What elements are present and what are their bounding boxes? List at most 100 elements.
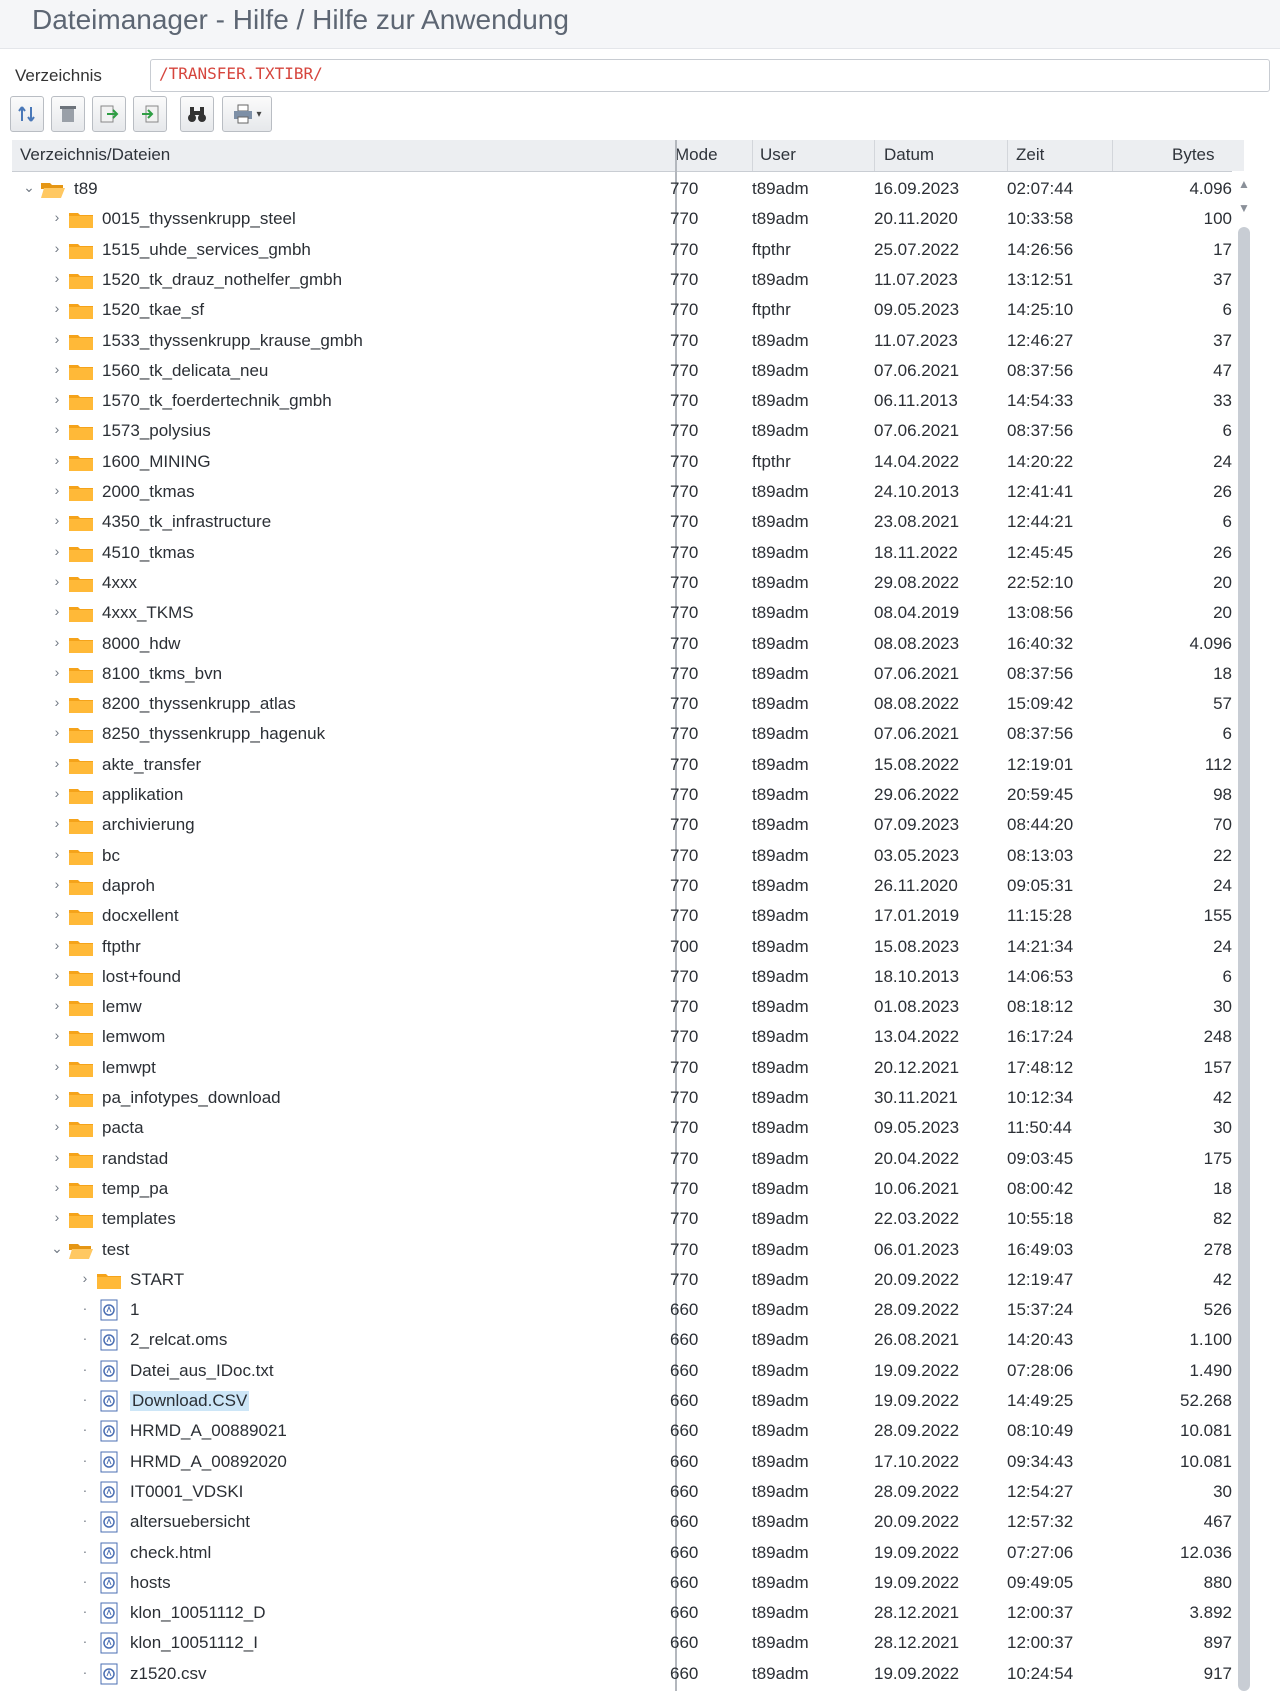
row-name[interactable]: Download.CSV <box>130 1391 250 1411</box>
refresh-button[interactable] <box>10 96 44 132</box>
row-name[interactable]: lemwpt <box>102 1058 156 1078</box>
chevron-right-icon[interactable]: › <box>50 452 64 468</box>
chevron-right-icon[interactable]: › <box>50 755 64 771</box>
vertical-scrollbar[interactable]: ▲ ▼ <box>1232 171 1256 1691</box>
chevron-right-icon[interactable]: › <box>50 240 64 256</box>
table-row[interactable]: · Datei_aus_IDoc.txt 660 t89adm 19.09.2022 07… <box>12 1357 1244 1387</box>
table-row[interactable]: · klon_10051112_I 660 t89adm 28.12.2021 12:00… <box>12 1629 1244 1659</box>
table-row[interactable]: › lemw 770 t89adm 01.08.2023 08:18:12 30 <box>12 993 1244 1023</box>
table-row[interactable]: · HRMD_A_00892020 660 t89adm 17.10.2022 09:34… <box>12 1448 1244 1478</box>
column-header-time[interactable]: Zeit <box>1016 145 1044 165</box>
table-row[interactable]: › 1573_polysius 770 t89adm 07.06.2021 08:37:5… <box>12 417 1244 447</box>
upload-button[interactable] <box>92 96 126 132</box>
table-row[interactable]: · Download.CSV 660 t89adm 19.09.2022 14:49:25… <box>12 1387 1244 1417</box>
chevron-down-icon[interactable]: ⌄ <box>50 1240 64 1257</box>
table-row[interactable]: › 1520_tkae_sf 770 ftpthr 09.05.2023 14:25:10… <box>12 296 1244 326</box>
table-row[interactable]: › 1570_tk_foerdertechnik_gmbh 770 t89adm 06.… <box>12 387 1244 417</box>
delete-button[interactable] <box>51 96 85 132</box>
table-row[interactable]: › 8100_tkms_bvn 770 t89adm 07.06.2021 08:37:5… <box>12 660 1244 690</box>
row-name[interactable]: ftpthr <box>102 937 141 957</box>
row-name[interactable]: klon_10051112_I <box>130 1633 258 1653</box>
table-row[interactable]: › pacta 770 t89adm 09.05.2023 11:50:44 30 <box>12 1114 1244 1144</box>
row-name[interactable]: pa_infotypes_download <box>102 1088 281 1108</box>
table-row[interactable]: › 1560_tk_delicata_neu 770 t89adm 07.06.2021… <box>12 357 1244 387</box>
row-name[interactable]: 1515_uhde_services_gmbh <box>102 240 311 260</box>
column-header-user[interactable]: User <box>760 145 796 165</box>
chevron-right-icon[interactable]: › <box>50 1179 64 1195</box>
row-name[interactable]: 1520_tkae_sf <box>102 300 204 320</box>
row-name[interactable]: 1520_tk_drauz_nothelfer_gmbh <box>102 270 342 290</box>
chevron-right-icon[interactable]: › <box>50 1088 64 1104</box>
scroll-down-icon[interactable]: ▼ <box>1236 201 1252 217</box>
row-name[interactable]: akte_transfer <box>102 755 201 775</box>
table-row[interactable]: › 8250_thyssenkrupp_hagenuk 770 t89adm 07.06… <box>12 720 1244 750</box>
row-name[interactable]: hosts <box>130 1573 171 1593</box>
row-name[interactable]: temp_pa <box>102 1179 168 1199</box>
row-name[interactable]: pacta <box>102 1118 144 1138</box>
row-name[interactable]: z1520.csv <box>130 1664 207 1684</box>
chevron-right-icon[interactable]: › <box>50 876 64 892</box>
table-row[interactable]: · 1 660 t89adm 28.09.2022 15:37:24 526 <box>12 1296 1244 1326</box>
row-name[interactable]: IT0001_VDSKI <box>130 1482 243 1502</box>
table-row[interactable]: › 4xxx 770 t89adm 29.08.2022 22:52:10 20 <box>12 569 1244 599</box>
table-row[interactable]: › 1515_uhde_services_gmbh 770 ftpthr 25.07.2… <box>12 236 1244 266</box>
chevron-right-icon[interactable]: › <box>50 361 64 377</box>
row-name[interactable]: 2000_tkmas <box>102 482 195 502</box>
row-name[interactable]: 1560_tk_delicata_neu <box>102 361 268 381</box>
chevron-right-icon[interactable]: › <box>50 209 64 225</box>
table-row[interactable]: › 8200_thyssenkrupp_atlas 770 t89adm 08.08.2… <box>12 690 1244 720</box>
table-row[interactable]: ⌄ t89 770 t89adm 16.09.2023 02:07:44 4.096 <box>12 175 1244 205</box>
chevron-right-icon[interactable]: › <box>50 1149 64 1165</box>
row-name[interactable]: HRMD_A_00889021 <box>130 1421 287 1441</box>
chevron-right-icon[interactable]: › <box>50 997 64 1013</box>
column-header-date[interactable]: Datum <box>884 145 934 165</box>
chevron-right-icon[interactable]: › <box>50 270 64 286</box>
chevron-right-icon[interactable]: › <box>50 391 64 407</box>
chevron-right-icon[interactable]: › <box>50 937 64 953</box>
table-row[interactable]: › daproh 770 t89adm 26.11.2020 09:05:31 24 <box>12 872 1244 902</box>
table-row[interactable]: › temp_pa 770 t89adm 10.06.2021 08:00:42 18 <box>12 1175 1244 1205</box>
row-name[interactable]: t89 <box>74 179 98 199</box>
column-header-name[interactable]: Verzeichnis/Dateien <box>20 145 170 165</box>
table-row[interactable]: › lemwpt 770 t89adm 20.12.2021 17:48:12 157 <box>12 1054 1244 1084</box>
row-name[interactable]: START <box>130 1270 184 1290</box>
row-name[interactable]: check.html <box>130 1543 211 1563</box>
table-row[interactable]: › 1533_thyssenkrupp_krause_gmbh 770 t89adm 1… <box>12 327 1244 357</box>
row-name[interactable]: 1570_tk_foerdertechnik_gmbh <box>102 391 332 411</box>
table-row[interactable]: · klon_10051112_D 660 t89adm 28.12.2021 12:00… <box>12 1599 1244 1629</box>
chevron-right-icon[interactable]: › <box>50 785 64 801</box>
table-row[interactable]: › 4510_tkmas 770 t89adm 18.11.2022 12:45:45 26 <box>12 539 1244 569</box>
table-row[interactable]: › archivierung 770 t89adm 07.09.2023 08:44:20… <box>12 811 1244 841</box>
chevron-right-icon[interactable]: › <box>50 1058 64 1074</box>
chevron-right-icon[interactable]: › <box>50 543 64 559</box>
row-name[interactable]: 4510_tkmas <box>102 543 195 563</box>
table-row[interactable]: › 4xxx_TKMS 770 t89adm 08.04.2019 13:08:56 20 <box>12 599 1244 629</box>
chevron-right-icon[interactable]: › <box>50 724 64 740</box>
table-row[interactable]: › bc 770 t89adm 03.05.2023 08:13:03 22 <box>12 842 1244 872</box>
chevron-right-icon[interactable]: › <box>50 421 64 437</box>
table-row[interactable]: › randstad 770 t89adm 20.04.2022 09:03:45 175 <box>12 1145 1244 1175</box>
chevron-right-icon[interactable]: › <box>50 482 64 498</box>
chevron-right-icon[interactable]: › <box>50 634 64 650</box>
chevron-right-icon[interactable]: › <box>50 1027 64 1043</box>
row-name[interactable]: applikation <box>102 785 183 805</box>
chevron-right-icon[interactable]: › <box>78 1270 92 1286</box>
scroll-up-icon[interactable]: ▲ <box>1236 177 1252 193</box>
chevron-right-icon[interactable]: › <box>50 512 64 528</box>
chevron-right-icon[interactable]: › <box>50 1209 64 1225</box>
table-row[interactable]: › 8000_hdw 770 t89adm 08.08.2023 16:40:32 4.09… <box>12 630 1244 660</box>
table-row[interactable]: › lost+found 770 t89adm 18.10.2013 14:06:53 6 <box>12 963 1244 993</box>
row-name[interactable]: 8200_thyssenkrupp_atlas <box>102 694 296 714</box>
table-row[interactable]: › 2000_tkmas 770 t89adm 24.10.2013 12:41:41 26 <box>12 478 1244 508</box>
table-row[interactable]: ⌄ test 770 t89adm 06.01.2023 16:49:03 278 <box>12 1236 1244 1266</box>
chevron-right-icon[interactable]: › <box>50 815 64 831</box>
download-button[interactable] <box>133 96 167 132</box>
table-row[interactable]: › START 770 t89adm 20.09.2022 12:19:47 42 <box>12 1266 1244 1296</box>
row-name[interactable]: lemw <box>102 997 142 1017</box>
chevron-right-icon[interactable]: › <box>50 846 64 862</box>
row-name[interactable]: 2_relcat.oms <box>130 1330 227 1350</box>
table-row[interactable]: · check.html 660 t89adm 19.09.2022 07:27:06 12… <box>12 1539 1244 1569</box>
find-button[interactable] <box>180 96 214 132</box>
table-row[interactable]: · IT0001_VDSKI 660 t89adm 28.09.2022 12:54:27… <box>12 1478 1244 1508</box>
column-header-mode[interactable]: Mode <box>675 145 718 165</box>
